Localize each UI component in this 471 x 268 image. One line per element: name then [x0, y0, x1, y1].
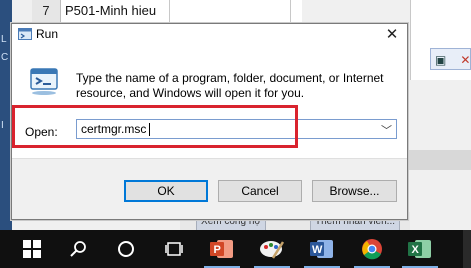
ok-button[interactable]: OK [124, 180, 208, 202]
close-icon[interactable]: ✕ [460, 53, 470, 67]
spreadsheet-cell[interactable]: P501-Minh hieu [62, 0, 170, 22]
dialog-title: Run [36, 27, 59, 41]
taskbar: P W X [0, 230, 471, 268]
spreadsheet-cell-empty[interactable] [168, 0, 291, 22]
word-icon: W [310, 240, 333, 258]
divider [12, 158, 407, 159]
side-letter: L [1, 34, 7, 45]
excel-button[interactable]: X [398, 230, 442, 268]
browse-button[interactable]: Browse... [312, 180, 397, 202]
run-app-icon [30, 68, 58, 95]
run-title-icon [18, 28, 32, 40]
run-dialog: Run ✕ Type the name of a program, folder… [11, 23, 408, 220]
powerpoint-button[interactable]: P [200, 230, 244, 268]
svg-text:X: X [412, 244, 420, 256]
cortana-icon [118, 241, 134, 257]
gray-bar [400, 150, 471, 170]
taskbar-edge [463, 230, 471, 268]
task-view-icon [165, 242, 183, 256]
side-letter: C [1, 52, 9, 63]
chrome-button[interactable] [350, 230, 394, 268]
row-number: 7 [32, 0, 61, 22]
cortana-button[interactable] [104, 230, 148, 268]
close-button[interactable]: ✕ [377, 24, 407, 46]
excel-icon: X [408, 240, 431, 258]
start-button[interactable] [10, 230, 54, 268]
cancel-button[interactable]: Cancel [218, 180, 302, 202]
svg-text:P: P [214, 244, 221, 256]
paint-button[interactable] [250, 230, 294, 268]
dialog-description: Type the name of a program, folder, docu… [76, 71, 384, 100]
widget-icon: ▣ [435, 53, 447, 67]
title-bar[interactable]: Run ✕ [12, 24, 407, 46]
task-view-button[interactable] [152, 230, 196, 268]
chevron-down-icon[interactable]: ﹀ [381, 122, 392, 138]
side-letter: I [1, 120, 4, 131]
search-icon [70, 241, 86, 257]
dialog-content: Type the name of a program, folder, docu… [12, 46, 407, 158]
search-button[interactable] [56, 230, 100, 268]
chrome-icon [362, 239, 382, 260]
red-highlight-box [12, 105, 298, 148]
paint-icon [260, 241, 285, 259]
powerpoint-icon: P [210, 240, 233, 258]
word-button[interactable]: W [300, 230, 344, 268]
windows-icon [23, 240, 41, 258]
svg-text:W: W [312, 244, 323, 256]
right-widget[interactable]: ▣ ✕ [430, 48, 471, 70]
